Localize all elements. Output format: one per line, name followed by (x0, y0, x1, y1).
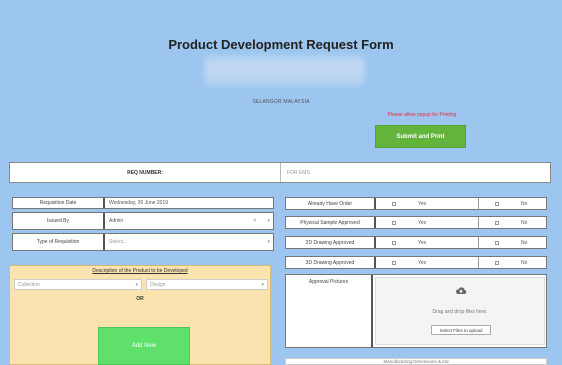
physical-sample-approved-label: Physical Sample Approved (286, 217, 376, 228)
design-placeholder: Design (150, 281, 166, 288)
chevron-down-icon[interactable]: ▾ (261, 282, 264, 288)
issued-by-select[interactable]: Admin ✕ ▾ (105, 213, 273, 229)
design-select[interactable]: Design ▾ (146, 279, 268, 290)
collection-select[interactable]: Collection ▾ (14, 279, 142, 290)
yes-label: Yes (418, 200, 427, 207)
req-number-input[interactable]: FOR EMS (281, 163, 550, 182)
approval-pictures-row: Approval Pictures Drag and drop files he… (285, 274, 547, 348)
yes-checkbox[interactable] (392, 240, 396, 245)
yes-label: Yes (418, 239, 427, 246)
drop-instructions: Drag and drop files here. (432, 309, 488, 315)
issued-by-row: Issued By Admin ✕ ▾ (12, 212, 274, 230)
already-have-order-row: Already Have Order Yes No (285, 197, 547, 210)
no-label: No (521, 219, 528, 226)
req-number-bar: REQ NUMBER: FOR EMS (9, 162, 551, 183)
description-title: Description of the Product to be Develop… (92, 268, 188, 274)
yes-checkbox[interactable] (392, 260, 396, 265)
no-checkbox[interactable] (495, 201, 499, 206)
requisition-date-row: Requisition Date Wednesday, 26 June 2019 (12, 197, 274, 209)
select-files-button[interactable]: Select Files to upload (431, 325, 491, 335)
clear-icon[interactable]: ✕ (253, 218, 257, 224)
issued-by-label: Issued By (13, 213, 105, 229)
approval-pictures-label: Approval Pictures (286, 275, 373, 347)
no-checkbox[interactable] (495, 260, 499, 265)
2d-drawing-approved-row: 2D Drawing Approved Yes No (285, 236, 547, 249)
blurred-company-name (205, 56, 365, 86)
yes-checkbox[interactable] (392, 220, 396, 225)
already-have-order-label: Already Have Order (286, 198, 376, 209)
next-section-header: Manufacturing Dimensions & Ind (285, 358, 547, 365)
chevron-down-icon[interactable]: ▾ (267, 239, 270, 245)
popup-notice: Please allow popup for Printing (387, 112, 457, 118)
yes-checkbox[interactable] (392, 201, 396, 206)
no-checkbox[interactable] (495, 240, 499, 245)
yes-label: Yes (418, 259, 427, 266)
file-drop-zone[interactable]: Drag and drop files here. Select Files t… (375, 277, 545, 345)
3d-drawing-approved-row: 3D Drawing Approved Yes No (285, 256, 547, 269)
type-of-requisition-label: Type of Requisition (13, 234, 105, 250)
cloud-upload-icon (456, 287, 467, 295)
requisition-date-field[interactable]: Wednesday, 26 June 2019 (105, 198, 273, 208)
page-title: Product Development Request Form (168, 37, 394, 52)
or-label: OR (136, 296, 144, 302)
3d-drawing-approved-label: 3D Drawing Approved (286, 257, 376, 268)
add-new-button[interactable]: Add New (98, 327, 190, 365)
yes-label: Yes (418, 219, 427, 226)
requisition-date-label: Requisition Date (13, 198, 105, 208)
collection-placeholder: Collection (18, 281, 40, 288)
submit-and-print-button[interactable]: Submit and Print (375, 125, 466, 148)
chevron-down-icon[interactable]: ▾ (135, 282, 138, 288)
company-location: SELANGOR MALAYSIA (252, 99, 310, 105)
no-label: No (521, 259, 528, 266)
type-of-requisition-value: Select... (109, 239, 128, 245)
no-label: No (521, 200, 528, 207)
physical-sample-approved-row: Physical Sample Approved Yes No (285, 216, 547, 229)
req-number-label: REQ NUMBER: (10, 163, 281, 182)
2d-drawing-approved-label: 2D Drawing Approved (286, 237, 376, 248)
type-of-requisition-row: Type of Requisition Select... ▾ (12, 233, 274, 251)
issued-by-value: Admin (109, 218, 124, 224)
type-of-requisition-select[interactable]: Select... ▾ (105, 234, 273, 250)
no-label: No (521, 239, 528, 246)
chevron-down-icon[interactable]: ▾ (267, 218, 270, 224)
no-checkbox[interactable] (495, 220, 499, 225)
